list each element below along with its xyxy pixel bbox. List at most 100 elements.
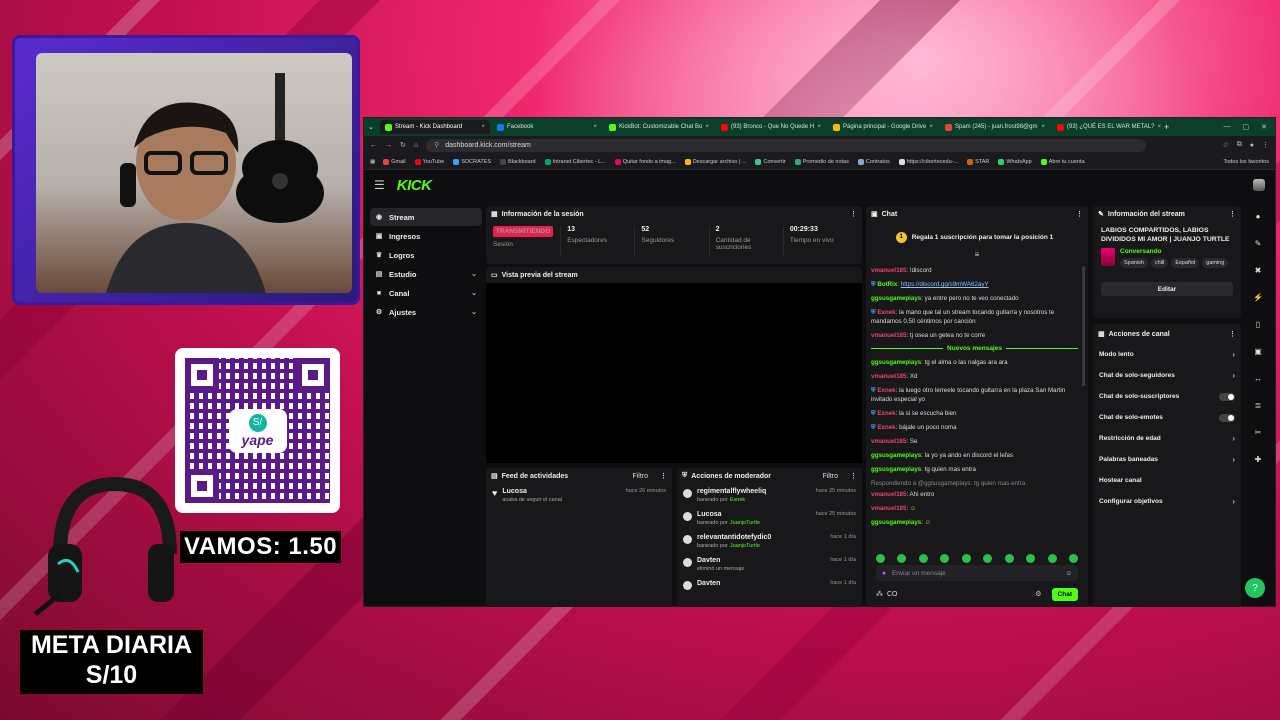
mod-filter-button[interactable]: Filtro	[822, 473, 838, 480]
channel-option[interactable]: Restricción de edad ›	[1093, 428, 1241, 449]
browser-tab[interactable]: KickBot: Customizable Chat Bo ×	[604, 120, 714, 134]
browser-tab[interactable]: Página principal - Google Drive ×	[828, 120, 938, 134]
tab-close-icon[interactable]: ×	[817, 124, 821, 130]
chat-more-icon[interactable]: ⋮	[1076, 210, 1083, 218]
co-icon[interactable]: ⁂	[876, 590, 883, 598]
chat-input[interactable]: ● Enviar un mensaje ☺	[876, 565, 1078, 581]
chat-scrollbar[interactable]	[1082, 266, 1085, 386]
chevron-right-icon[interactable]: ›	[1232, 350, 1235, 359]
activity-more-icon[interactable]: ⋮	[660, 472, 667, 480]
emote-icon[interactable]	[876, 554, 885, 563]
channel-option[interactable]: Modo lento ›	[1093, 344, 1241, 365]
mod-actor[interactable]: JuanjoTurtle	[730, 543, 760, 549]
bookmark-item[interactable]: STAR	[967, 158, 989, 165]
bookmark-item[interactable]: Promedio de notas	[794, 158, 849, 165]
back-icon[interactable]: ←	[370, 142, 377, 149]
stream-info-more-icon[interactable]: ⋮	[1229, 210, 1236, 218]
stream-preview-video[interactable]	[486, 283, 862, 463]
bookmark-item[interactable]: Intranet Cibertec - L...	[544, 158, 606, 165]
bookmark-item[interactable]: Gmail	[383, 158, 406, 165]
browser-menu-icon[interactable]: ⋮	[1262, 141, 1269, 149]
bookmark-item[interactable]: WhatsApp	[998, 158, 1032, 165]
address-bar[interactable]: ⚲ dashboard.kick.com/stream	[426, 138, 1147, 152]
emote-icon[interactable]	[961, 554, 971, 563]
sidebar-item-ingresos[interactable]: ▣ Ingresos	[370, 227, 482, 245]
bookmark-item[interactable]: Quitar fondo a imag...	[614, 158, 676, 165]
mod-actor[interactable]: JuanjoTurtle	[730, 520, 760, 526]
lightning-rail-icon[interactable]: ⚡	[1251, 289, 1265, 305]
chat-username[interactable]: BotRix	[877, 281, 897, 288]
mod-more-icon[interactable]: ⋮	[850, 472, 857, 480]
chat-username[interactable]: ggsusgameplays	[871, 359, 921, 366]
emoji-icon[interactable]: ☺	[1065, 570, 1072, 577]
emote-icon[interactable]	[918, 554, 928, 563]
channel-option[interactable]: Configurar objetivos ›	[1093, 491, 1241, 512]
channel-option[interactable]: Chat de solo-emotes	[1093, 407, 1241, 428]
tab-close-icon[interactable]: ×	[1041, 124, 1045, 130]
channel-option[interactable]: Chat de solo-suscriptores	[1093, 386, 1241, 407]
sidebar-item-logros[interactable]: ♛ Logros	[370, 246, 482, 264]
chat-username[interactable]: Exnek	[877, 424, 895, 431]
help-button[interactable]: ?	[1245, 578, 1265, 598]
apps-icon[interactable]: ▦	[370, 159, 375, 165]
chevron-down-icon[interactable]: ⌄	[471, 270, 477, 278]
emote-icon[interactable]	[1068, 554, 1078, 563]
stream-tag[interactable]: gaming	[1202, 258, 1229, 268]
category-name[interactable]: Conversando	[1120, 248, 1228, 255]
emote-icon[interactable]	[897, 554, 907, 563]
info-rail-icon[interactable]: ●	[1251, 208, 1265, 224]
stream-tag[interactable]: Spanish	[1120, 258, 1148, 268]
pin-collapse-icon[interactable]: ≡	[866, 250, 1088, 259]
all-bookmarks-link[interactable]: Todos los favoritos	[1223, 159, 1269, 165]
chat-settings-icon[interactable]: ⚙	[1035, 590, 1041, 598]
chevron-right-icon[interactable]: ›	[1232, 434, 1235, 443]
emote-icon[interactable]	[983, 554, 993, 563]
chat-username[interactable]: Exnek	[877, 410, 895, 417]
emote-icon[interactable]	[1047, 554, 1057, 563]
chat-rail-icon[interactable]: ▣	[1251, 343, 1265, 359]
close-rail-icon[interactable]: ✖	[1251, 262, 1265, 278]
chevron-right-icon[interactable]: ›	[1232, 371, 1235, 380]
mod-target-user[interactable]: relevantantidotefydic0	[697, 534, 771, 541]
mod-actor[interactable]: Exnek	[730, 497, 745, 503]
channel-actions-more-icon[interactable]: ⋮	[1229, 330, 1236, 338]
toggle-switch[interactable]	[1219, 392, 1235, 401]
wrench-rail-icon[interactable]: ✂	[1251, 424, 1265, 440]
bookmark-star-icon[interactable]: ☆	[1222, 141, 1228, 149]
profile-icon[interactable]: ●	[1250, 142, 1254, 149]
home-icon[interactable]: ⌂	[414, 142, 418, 149]
session-more-icon[interactable]: ⋮	[850, 210, 857, 218]
tab-close-icon[interactable]: ×	[929, 124, 933, 130]
forward-icon[interactable]: →	[385, 142, 392, 149]
browser-tab[interactable]: Facebook ×	[492, 120, 602, 134]
sidebar-item-stream[interactable]: ◉ Stream	[370, 208, 482, 226]
pencil-rail-icon[interactable]: ✎	[1251, 235, 1265, 251]
bookmark-item[interactable]: YouTube	[414, 158, 444, 165]
extensions-icon[interactable]: ⧉	[1237, 141, 1242, 149]
chevron-down-icon[interactable]: ⌄	[471, 289, 477, 297]
chat-username[interactable]: ggsusgameplays	[871, 519, 921, 526]
stream-tag[interactable]: Español	[1171, 258, 1200, 268]
chat-username[interactable]: ggsusgameplays	[871, 452, 921, 459]
browser-tab[interactable]: (93) ¿QUÉ ES EL WAR METAL? ×	[1052, 120, 1162, 134]
emote-icon[interactable]	[1026, 554, 1036, 563]
document-rail-icon[interactable]: ▯	[1251, 316, 1265, 332]
stream-tag[interactable]: chill	[1150, 258, 1169, 268]
resize-rail-icon[interactable]: ↔	[1251, 370, 1265, 386]
chat-username[interactable]: vmanuel185	[871, 332, 906, 339]
toggle-switch[interactable]	[1219, 413, 1235, 422]
emote-icon[interactable]	[1004, 554, 1014, 563]
mod-target-user[interactable]: Davten	[697, 557, 746, 564]
tab-close-icon[interactable]: ×	[593, 124, 597, 130]
tab-close-icon[interactable]: ×	[481, 124, 485, 130]
sidebar-item-ajustes[interactable]: ⚙ Ajustes ⌄	[370, 303, 482, 321]
list-rail-icon[interactable]: ≣	[1251, 397, 1265, 413]
chat-username[interactable]: ggsusgameplays	[871, 466, 921, 473]
bookmark-item[interactable]: SOCRATES	[453, 158, 491, 165]
tab-close-icon[interactable]: ×	[705, 124, 709, 130]
mic-icon[interactable]: ●	[882, 570, 886, 577]
reload-icon[interactable]: ↻	[400, 141, 406, 149]
bookmark-item[interactable]: Convertir	[755, 158, 786, 165]
chat-username[interactable]: ggsusgameplays	[871, 295, 921, 302]
chat-send-button[interactable]: Chat	[1051, 587, 1078, 601]
